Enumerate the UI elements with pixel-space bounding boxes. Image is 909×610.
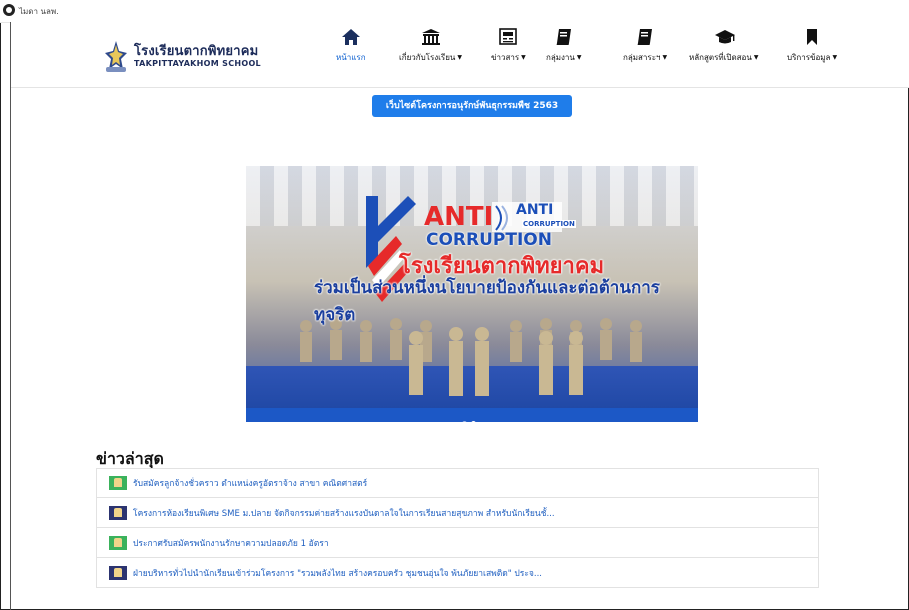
- promo-button[interactable]: เว็บไซต์โครงการอนุรักษ์พันธุกรรมพืช 2563: [372, 95, 572, 117]
- nav-home[interactable]: หน้าแรก: [336, 28, 366, 64]
- caret-down-icon: ▼: [576, 54, 582, 61]
- news-thumbnail-icon: [109, 476, 127, 490]
- nav-curriculum[interactable]: หลักสูตรที่เปิดสอน ▼: [689, 28, 758, 64]
- news-link[interactable]: โครงการห้องเรียนพิเศษ SME ม.ปลาย จัดกิจก…: [133, 506, 555, 520]
- nav-subject-groups[interactable]: กลุ่มสาระฯ ▼: [623, 28, 667, 64]
- hero-banner[interactable]: ANTI ANTI CORRUPTION CORRUPTION โรงเรียน…: [246, 166, 698, 422]
- nav-label: เกี่ยวกับโรงเรียน: [399, 53, 456, 62]
- news-thumbnail-icon: [109, 505, 127, 520]
- banner-corruption-text: CORRUPTION: [426, 230, 552, 250]
- banner-anti-text: ANTI: [424, 202, 494, 232]
- carousel-dot[interactable]: [462, 421, 467, 422]
- carousel-dot-active[interactable]: [471, 421, 476, 422]
- banner-slogan: ร่วมเป็นส่วนหนึ่งนโยบายป้องกันและต่อต้าน…: [314, 278, 660, 325]
- graduation-cap-icon: [714, 28, 735, 46]
- caret-down-icon: ▼: [521, 54, 526, 61]
- site-favicon-icon: [3, 4, 15, 16]
- nav-work-groups[interactable]: กลุ่มงาน ▼: [546, 28, 582, 64]
- caret-down-icon: ▼: [753, 54, 759, 61]
- news-thumbnail-icon: [109, 535, 127, 550]
- caret-down-icon: ▼: [832, 54, 838, 61]
- browser-strip: ไมดา นลพ.: [0, 0, 909, 23]
- frame-divider: [10, 22, 11, 610]
- newspaper-icon: [498, 28, 518, 46]
- nav-label: กลุ่มงาน: [546, 53, 575, 62]
- browser-site-text: ไมดา นลพ.: [19, 7, 59, 16]
- home-icon: [341, 28, 361, 46]
- banner-anti-logo-text: ANTI: [516, 202, 554, 218]
- caret-down-icon: ▼: [457, 54, 462, 61]
- nav-information[interactable]: บริการข้อมูล ▼: [787, 28, 837, 64]
- nav-label: ข่าวสาร: [491, 53, 520, 62]
- carousel-indicators: [460, 411, 478, 422]
- book-icon: [635, 28, 655, 46]
- navbar: โรงเรียนตากพิทยาคม TAKPITTAYAKHOM SCHOOL…: [11, 22, 909, 88]
- news-list: รับสมัครลูกจ้างชั่วคราว ตำแหน่งครูอัตราจ…: [96, 468, 819, 588]
- nav-label: บริการข้อมูล: [787, 53, 831, 62]
- banner-anti-logo-sub: CORRUPTION: [522, 220, 576, 228]
- news-item[interactable]: ฝ่ายบริหารทั่วไปนำนักเรียนเข้าร่วมโครงกา…: [96, 558, 819, 588]
- news-thumbnail-icon: [109, 565, 127, 580]
- brand-name-en: TAKPITTAYAKHOM SCHOOL: [134, 59, 261, 68]
- news-link[interactable]: ฝ่ายบริหารทั่วไปนำนักเรียนเข้าร่วมโครงกา…: [133, 566, 542, 580]
- bookmark-icon: [802, 28, 822, 46]
- nav-label: หน้าแรก: [336, 53, 366, 62]
- nav-label: หลักสูตรที่เปิดสอน: [689, 53, 752, 62]
- news-item[interactable]: รับสมัครลูกจ้างชั่วคราว ตำแหน่งครูอัตราจ…: [96, 468, 819, 498]
- news-item[interactable]: โครงการห้องเรียนพิเศษ SME ม.ปลาย จัดกิจก…: [96, 498, 819, 528]
- news-link[interactable]: รับสมัครลูกจ้างชั่วคราว ตำแหน่งครูอัตราจ…: [133, 476, 367, 490]
- nav-label: กลุ่มสาระฯ: [623, 53, 661, 62]
- brand-name-th: โรงเรียนตากพิทยาคม: [134, 44, 259, 59]
- news-link[interactable]: ประกาศรับสมัครพนักงานรักษาความปลอดภัย 1 …: [133, 536, 329, 550]
- institution-icon: [421, 28, 441, 46]
- brand-link[interactable]: โรงเรียนตากพิทยาคม TAKPITTAYAKHOM SCHOOL: [103, 36, 261, 76]
- book-icon: [554, 28, 574, 46]
- news-item[interactable]: ประกาศรับสมัครพนักงานรักษาความปลอดภัย 1 …: [96, 528, 819, 558]
- school-logo-icon: [103, 39, 129, 73]
- caret-down-icon: ▼: [662, 54, 668, 61]
- nav-news[interactable]: ข่าวสาร ▼: [491, 28, 526, 64]
- nav-about[interactable]: เกี่ยวกับโรงเรียน ▼: [399, 28, 462, 64]
